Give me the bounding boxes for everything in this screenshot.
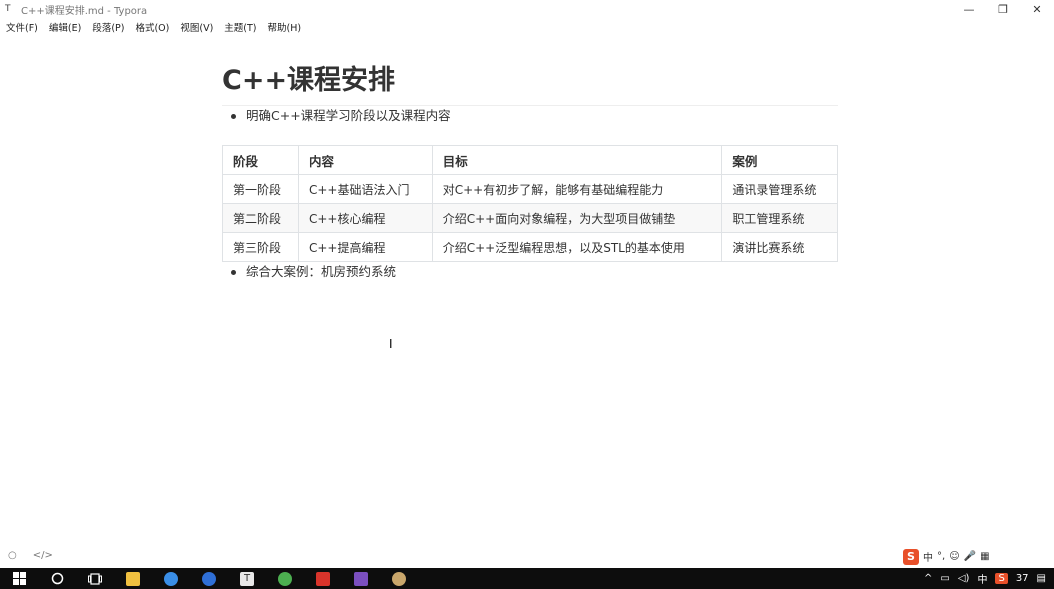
table-cell[interactable]: 职工管理系统 [721,203,838,233]
table-cell[interactable]: 第二阶段 [222,203,299,233]
menu-file[interactable]: 文件(F) [1,20,43,34]
typora-icon[interactable]: T [228,568,266,589]
ime-emoji-icon[interactable]: ☺ [949,551,959,562]
table-cell[interactable]: C++核心编程 [297,203,433,233]
list-item-goal[interactable]: 明确C++课程学习阶段以及课程内容 [222,106,838,126]
ime-voice-icon[interactable]: 🎤 [964,551,976,562]
table-header-cell[interactable]: 内容 [297,145,433,175]
volume-icon[interactable]: ◁) [958,573,970,584]
search-circle-icon[interactable] [38,568,76,589]
minimize-button[interactable]: — [952,0,986,18]
list-item-case[interactable]: 综合大案例：机房预约系统 [222,262,838,282]
sogou-ime-icon[interactable]: S [903,548,919,565]
bullet-list: 明确C++课程学习阶段以及课程内容 [222,106,838,126]
menu-bar: 文件(F) 编辑(E) 段落(P) 格式(O) 视图(V) 主题(T) 帮助(H… [0,19,1054,35]
ime-toolbar: S 中 °, ☺ 🎤 ▦ [903,548,990,565]
table-cell[interactable]: 演讲比赛系统 [721,232,838,262]
tray-ime-label[interactable]: 中 [977,571,987,586]
window-controls: — ❐ ✕ [952,0,1054,18]
xmind-icon[interactable] [304,568,342,589]
menu-view[interactable]: 视图(V) [175,20,218,34]
menu-edit[interactable]: 编辑(E) [44,20,86,34]
taskbar: T ^ ▭ ◁) 中 S 37 ▤ [0,568,1054,589]
close-button[interactable]: ✕ [1020,0,1054,18]
typora-app-icon: T [5,4,11,14]
table-cell[interactable]: 通讯录管理系统 [721,174,838,204]
ime-mode-label[interactable]: 中 [923,549,933,564]
table-cell[interactable]: 第三阶段 [222,232,299,262]
table-header-row: 阶段 内容 目标 案例 [222,145,838,175]
ime-keyboard-icon[interactable]: ▦ [980,551,989,562]
sidebar-toggle-icon[interactable]: ○ [8,550,17,561]
paint-icon[interactable] [380,568,418,589]
windows-start-icon[interactable] [0,568,38,589]
window-title: C++课程安排.md - Typora [21,5,148,17]
visual-studio-icon[interactable] [342,568,380,589]
notification-icon[interactable]: ▤ [1037,573,1046,584]
source-mode-icon[interactable]: </> [33,550,53,561]
system-tray: ^ ▭ ◁) 中 S 37 ▤ [924,568,1046,589]
bullet-list: 综合大案例：机房预约系统 [222,262,838,282]
table-cell[interactable]: 介绍C++泛型编程思想，以及STL的基本使用 [431,232,723,262]
table-header-cell[interactable]: 阶段 [222,145,299,175]
restore-button[interactable]: ❐ [986,0,1020,18]
menu-format[interactable]: 格式(O) [130,20,174,34]
clock[interactable]: 37 [1016,573,1029,584]
tray-chevron-icon[interactable]: ^ [924,573,932,584]
browser-icon[interactable] [152,568,190,589]
table-cell[interactable]: 第一阶段 [222,174,299,204]
table-cell[interactable]: C++基础语法入门 [297,174,433,204]
table-cell[interactable]: C++提高编程 [297,232,433,262]
table-header-cell[interactable]: 目标 [431,145,723,175]
menu-help[interactable]: 帮助(H) [263,20,307,34]
document-heading[interactable]: C++课程安排 [222,63,838,99]
table-header-cell[interactable]: 案例 [721,145,838,175]
task-view-icon[interactable] [76,568,114,589]
menu-paragraph[interactable]: 段落(P) [87,20,129,34]
table-row: 第三阶段 C++提高编程 介绍C++泛型编程思想，以及STL的基本使用 演讲比赛… [222,232,838,262]
table-cell[interactable]: 介绍C++面向对象编程，为大型项目做铺垫 [431,203,723,233]
table-row: 第一阶段 C++基础语法入门 对C++有初步了解，能够有基础编程能力 通讯录管理… [222,174,838,204]
text-cursor-icon: I [389,337,393,351]
course-plan-table: 阶段 内容 目标 案例 第一阶段 C++基础语法入门 对C++有初步了解，能够有… [222,145,838,262]
document-editor[interactable]: C++课程安排 明确C++课程学习阶段以及课程内容 阶段 内容 目标 案例 第一… [222,35,838,282]
file-explorer-icon[interactable] [114,568,152,589]
green-app-icon[interactable] [266,568,304,589]
network-icon[interactable]: ▭ [940,573,949,584]
ime-punct-icon[interactable]: °, [937,551,945,562]
sogou-tray-icon[interactable]: S [995,573,1008,584]
baidu-netdisk-icon[interactable] [190,568,228,589]
table-cell[interactable]: 对C++有初步了解，能够有基础编程能力 [431,174,723,204]
menu-theme[interactable]: 主题(T) [219,20,261,34]
table-row: 第二阶段 C++核心编程 介绍C++面向对象编程，为大型项目做铺垫 职工管理系统 [222,203,838,233]
status-bar: ○ </> [0,545,1054,565]
window-titlebar: T C++课程安排.md - Typora — ❐ ✕ [0,0,1054,18]
